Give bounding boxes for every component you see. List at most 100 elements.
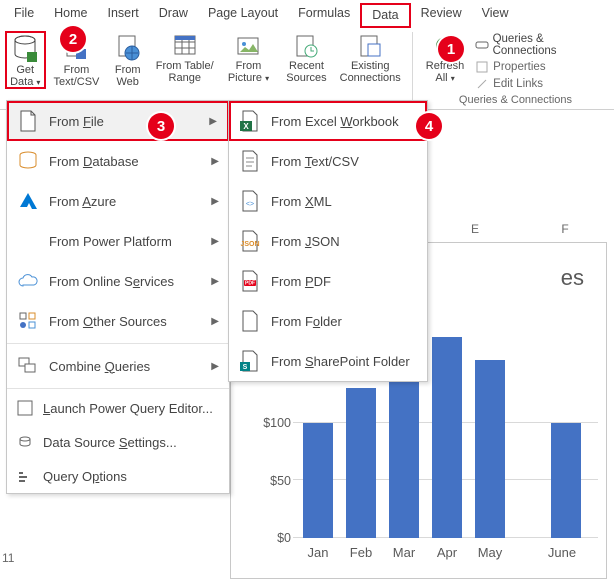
- menu-data-source-settings[interactable]: Data Source Settings...: [7, 425, 229, 459]
- get-data-button[interactable]: Get Data ▾: [6, 32, 45, 88]
- ribbon-data: Get Data ▾ From Text/CSV From Web From T…: [0, 28, 614, 110]
- existing-conn-button[interactable]: Existing Connections: [338, 32, 402, 84]
- bar: [346, 388, 376, 538]
- menu-combine-queries[interactable]: Combine Queries▶: [7, 346, 229, 386]
- col-header-e[interactable]: E: [430, 222, 520, 236]
- separator: [7, 388, 229, 389]
- x-label: June: [545, 545, 579, 560]
- properties-button[interactable]: Properties: [473, 59, 608, 75]
- menu-from-azure[interactable]: From Azure▶: [7, 181, 229, 221]
- queries-group: Queries & Connections Properties Edit Li…: [473, 32, 608, 92]
- menu-from-online-services[interactable]: From Online Services▶: [7, 261, 229, 301]
- tab-page-layout[interactable]: Page Layout: [198, 3, 288, 28]
- xml-icon: <>: [239, 190, 261, 212]
- menu-launch-pq-editor[interactable]: Launch Power Query Editor...: [7, 391, 229, 425]
- callout-badge-4: 4: [416, 113, 442, 139]
- x-label: Mar: [387, 545, 421, 560]
- x-label: May: [473, 545, 507, 560]
- x-label: Apr: [430, 545, 464, 560]
- callout-badge-3: 3: [148, 113, 174, 139]
- menu-from-xml[interactable]: <> From XML: [229, 181, 427, 221]
- pdf-icon: PDF: [239, 270, 261, 292]
- bar: [389, 377, 419, 538]
- chart-title-partial: es: [561, 265, 584, 291]
- svg-text:S: S: [243, 364, 248, 371]
- from-file-submenu: X From Excel Workbook From Text/CSV <> F…: [228, 100, 428, 382]
- x-label: Feb: [344, 545, 378, 560]
- from-picture-button[interactable]: From Picture ▾: [223, 32, 275, 84]
- yaxis-label: $50: [251, 474, 291, 488]
- xaxis-labels: Jan Feb Mar Apr May June: [301, 545, 579, 560]
- tab-view[interactable]: View: [472, 3, 519, 28]
- yaxis-label: $0: [251, 531, 291, 545]
- menu-query-options[interactable]: Query Options: [7, 459, 229, 493]
- row-number[interactable]: 11: [2, 551, 14, 565]
- globe-icon: [116, 34, 140, 62]
- from-table-button[interactable]: From Table/ Range: [153, 32, 217, 84]
- database-icon: [13, 34, 37, 62]
- picture-icon: [236, 34, 260, 58]
- menu-from-folder[interactable]: From Folder: [229, 301, 427, 341]
- text-icon: [239, 150, 261, 172]
- options-icon: [17, 465, 33, 487]
- file-icon: [17, 110, 39, 132]
- tab-home[interactable]: Home: [44, 3, 97, 28]
- col-header-f[interactable]: F: [520, 222, 610, 236]
- tab-draw[interactable]: Draw: [149, 3, 198, 28]
- bar: [475, 360, 505, 538]
- tab-data[interactable]: Data: [360, 3, 410, 28]
- svg-text:X: X: [243, 122, 249, 131]
- menu-from-file[interactable]: From File▶: [7, 101, 229, 141]
- tab-insert[interactable]: Insert: [98, 3, 149, 28]
- database-icon: [17, 150, 39, 172]
- x-gap: [516, 545, 536, 560]
- svg-text:PDF: PDF: [245, 281, 255, 287]
- separator: [7, 343, 229, 344]
- excel-icon: X: [239, 110, 261, 132]
- recent-icon: [294, 34, 318, 58]
- callout-badge-1: 1: [438, 36, 464, 62]
- edit-links-icon: [475, 77, 489, 91]
- menu-from-text-csv[interactable]: From Text/CSV: [229, 141, 427, 181]
- folder-icon: [239, 310, 261, 332]
- chevron-right-icon: ▶: [211, 156, 219, 167]
- svg-text:<>: <>: [246, 201, 254, 208]
- menu-from-other-sources[interactable]: From Other Sources▶: [7, 301, 229, 341]
- menu-from-sharepoint[interactable]: S From SharePoint Folder: [229, 341, 427, 381]
- menu-from-power-platform[interactable]: From Power Platform▶: [7, 221, 229, 261]
- chevron-right-icon: ▶: [211, 276, 219, 287]
- chevron-right-icon: ▶: [211, 361, 219, 372]
- menu-from-pdf[interactable]: PDF From PDF: [229, 261, 427, 301]
- menu-from-json[interactable]: JSON From JSON: [229, 221, 427, 261]
- chevron-right-icon: ▶: [209, 116, 217, 127]
- bar: [551, 423, 581, 538]
- from-web-button[interactable]: From Web: [108, 32, 147, 88]
- queries-conn-button[interactable]: Queries & Connections: [473, 32, 608, 58]
- svg-text:JSON: JSON: [240, 241, 259, 248]
- editor-icon: [17, 397, 33, 419]
- recent-sources-button[interactable]: Recent Sources: [280, 32, 332, 84]
- properties-icon: [475, 60, 489, 74]
- table-icon: [173, 34, 197, 58]
- json-icon: JSON: [239, 230, 261, 252]
- power-platform-icon: [17, 230, 39, 252]
- edit-links-button[interactable]: Edit Links: [473, 76, 608, 92]
- chevron-right-icon: ▶: [211, 236, 219, 247]
- group-label: Queries & Connections: [423, 92, 608, 106]
- ribbon-tabs: File Home Insert Draw Page Layout Formul…: [0, 0, 614, 28]
- azure-icon: [17, 190, 39, 212]
- callout-badge-2: 2: [60, 26, 86, 52]
- tab-file[interactable]: File: [4, 3, 44, 28]
- tab-formulas[interactable]: Formulas: [288, 3, 360, 28]
- menu-from-excel-workbook[interactable]: X From Excel Workbook: [229, 101, 427, 141]
- column-headers: E F: [430, 222, 610, 236]
- connection-icon: [358, 34, 382, 58]
- chevron-right-icon: ▶: [211, 316, 219, 327]
- x-label: Jan: [301, 545, 335, 560]
- menu-from-database[interactable]: From Database▶: [7, 141, 229, 181]
- separator: [412, 32, 413, 102]
- link-icon: [475, 38, 488, 52]
- combine-icon: [17, 355, 39, 377]
- chevron-right-icon: ▶: [211, 196, 219, 207]
- tab-review[interactable]: Review: [411, 3, 472, 28]
